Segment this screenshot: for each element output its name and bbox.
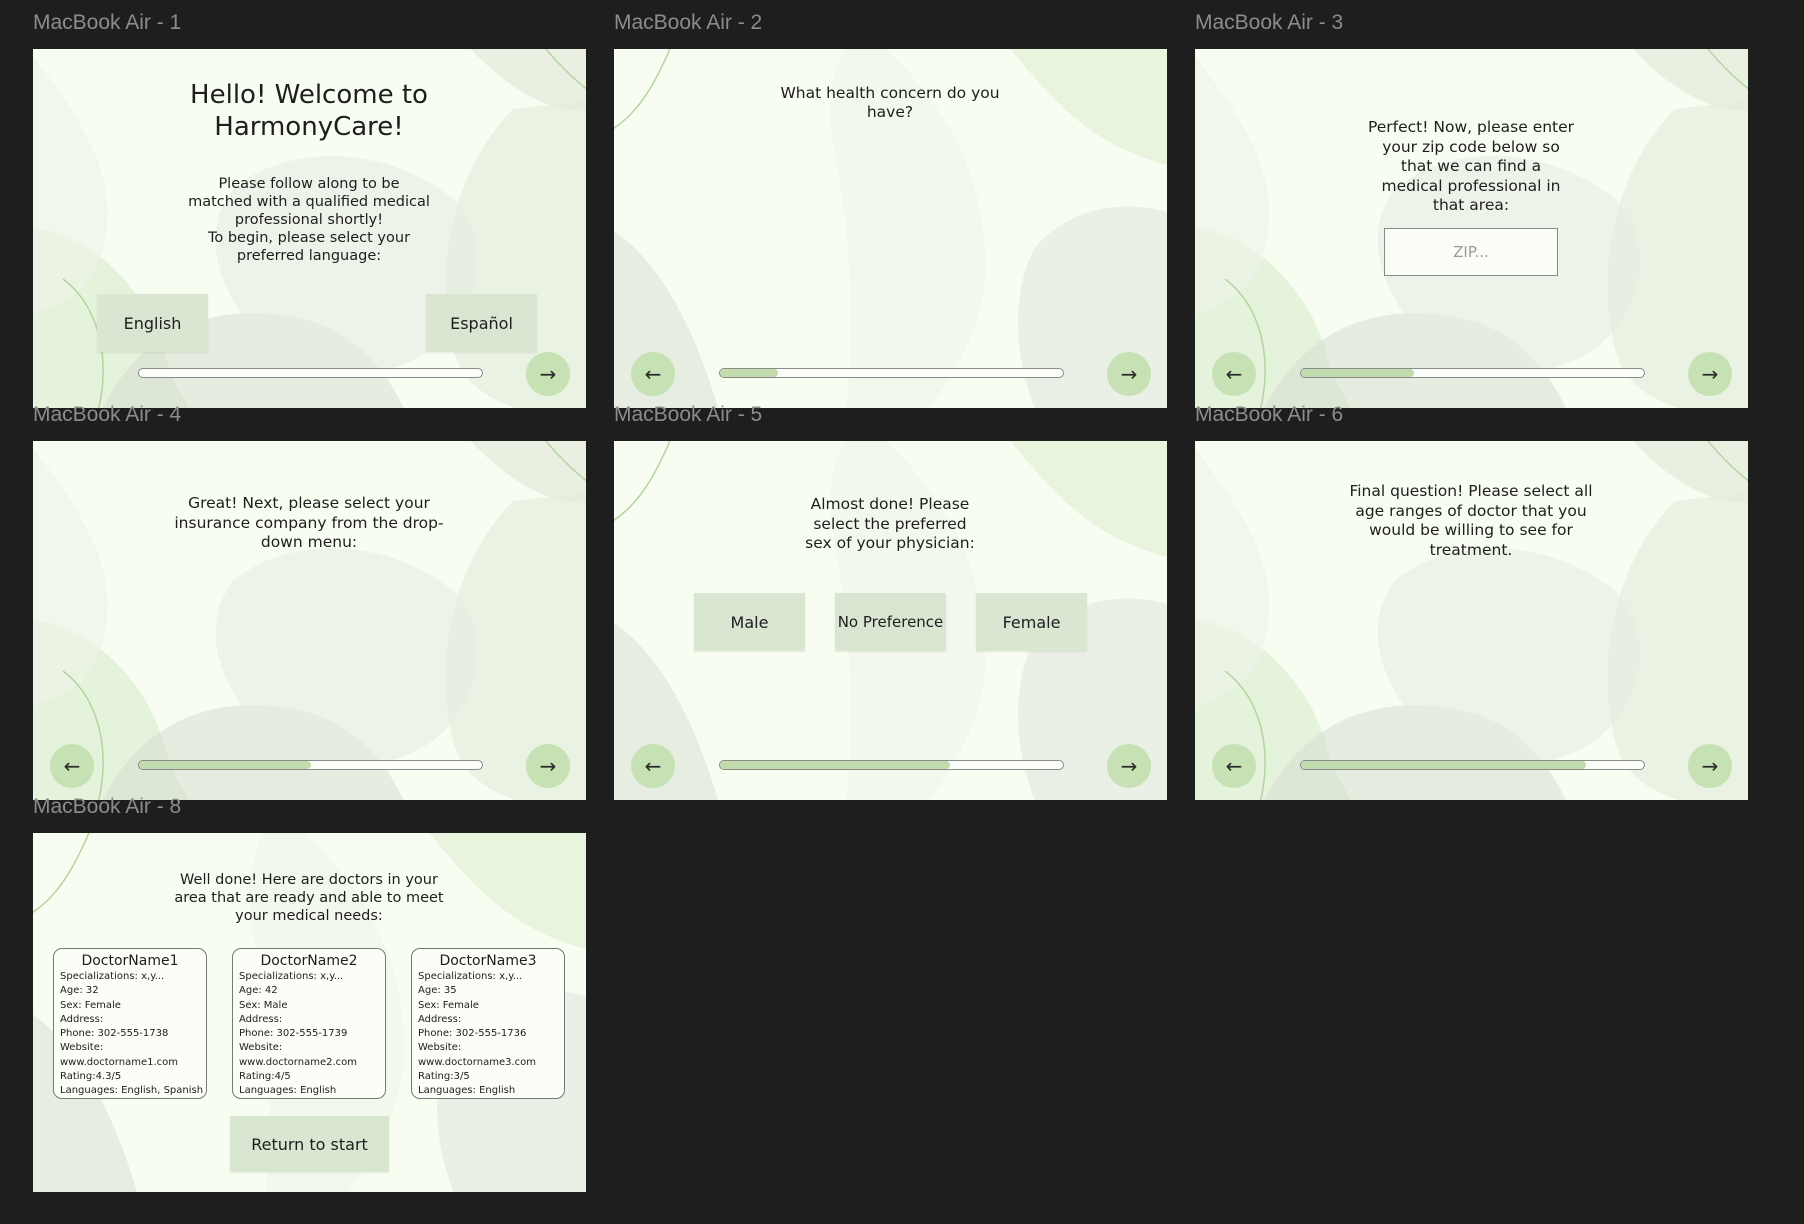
results-intro: Well done! Here are doctors in your area… bbox=[174, 872, 444, 924]
doctor-website-label: Website: bbox=[60, 1042, 104, 1054]
zip-input[interactable] bbox=[1384, 228, 1558, 276]
doctor-phone: Phone: 302-555-1736 bbox=[418, 1028, 527, 1040]
progress-bar bbox=[1300, 760, 1645, 770]
doctor-name: DoctorName2 bbox=[260, 953, 358, 969]
frame-label-6: MacBook Air - 6 bbox=[1195, 403, 1344, 426]
progress-fill bbox=[1301, 369, 1415, 377]
doctor-website-label: Website: bbox=[239, 1042, 283, 1054]
english-button[interactable]: English bbox=[97, 294, 208, 352]
no-preference-button[interactable]: No Preference bbox=[835, 593, 946, 651]
frame-zip-code: Perfect! Now, please enter your zip code… bbox=[1195, 49, 1748, 408]
doctor-card[interactable]: DoctorName2 Specializations: x,y... Age:… bbox=[232, 948, 386, 1099]
frame-insurance: Great! Next, please select your insuranc… bbox=[33, 441, 586, 800]
doctor-age-question: Final question! Please select all age ra… bbox=[1349, 482, 1593, 559]
next-arrow-icon[interactable]: → bbox=[1688, 352, 1732, 396]
doctor-sex: Sex: Male bbox=[239, 999, 288, 1011]
doctor-age: Age: 35 bbox=[418, 985, 457, 997]
male-button[interactable]: Male bbox=[694, 593, 805, 651]
frame-label-5: MacBook Air - 5 bbox=[614, 403, 763, 426]
frame-label-8: MacBook Air - 8 bbox=[33, 795, 182, 818]
doctor-specializations: Specializations: x,y... bbox=[239, 971, 344, 982]
doctor-rating: Rating:4.3/5 bbox=[60, 1071, 122, 1083]
welcome-instructions: Please follow along to be matched with a… bbox=[188, 176, 430, 264]
zip-question: Perfect! Now, please enter your zip code… bbox=[1367, 118, 1575, 214]
frame-results: Well done! Here are doctors in your area… bbox=[33, 833, 586, 1192]
progress-bar bbox=[1300, 368, 1645, 378]
doctor-card[interactable]: DoctorName1 Specializations: x,y... Age:… bbox=[53, 948, 207, 1099]
doctor-address: Address: bbox=[60, 1013, 104, 1025]
return-to-start-button[interactable]: Return to start bbox=[230, 1116, 389, 1172]
frame-label-1: MacBook Air - 1 bbox=[33, 11, 182, 34]
doctor-sex: Sex: Female bbox=[60, 999, 121, 1011]
next-arrow-icon[interactable]: → bbox=[1107, 744, 1151, 788]
doctor-age: Age: 32 bbox=[60, 985, 99, 997]
doctor-website-link[interactable]: www.doctorname3.com bbox=[418, 1056, 558, 1070]
progress-fill bbox=[720, 761, 950, 769]
doctor-card[interactable]: DoctorName3 Specializations: x,y... Age:… bbox=[411, 948, 565, 1099]
doctor-website-label: Website: bbox=[418, 1042, 462, 1054]
doctor-languages: Languages: English bbox=[239, 1085, 337, 1097]
doctor-rating: Rating:4/5 bbox=[239, 1071, 291, 1083]
doctor-address: Address: bbox=[418, 1013, 462, 1025]
doctor-languages: Languages: English, Spanish bbox=[60, 1085, 204, 1097]
doctor-name: DoctorName3 bbox=[439, 953, 537, 969]
doctor-website-link[interactable]: www.doctorname2.com bbox=[239, 1056, 379, 1070]
frame-label-3: MacBook Air - 3 bbox=[1195, 11, 1344, 34]
progress-bar bbox=[719, 368, 1064, 378]
back-arrow-icon[interactable]: ← bbox=[50, 744, 94, 788]
back-arrow-icon[interactable]: ← bbox=[631, 744, 675, 788]
doctor-specializations: Specializations: x,y... bbox=[418, 971, 523, 982]
frame-doctor-age: Final question! Please select all age ra… bbox=[1195, 441, 1748, 800]
next-arrow-icon[interactable]: → bbox=[1107, 352, 1151, 396]
doctor-website-link[interactable]: www.doctorname1.com bbox=[60, 1056, 200, 1070]
progress-bar bbox=[138, 368, 483, 378]
next-arrow-icon[interactable]: → bbox=[526, 352, 570, 396]
female-button[interactable]: Female bbox=[976, 593, 1087, 651]
progress-fill bbox=[139, 761, 311, 769]
espanol-button[interactable]: Español bbox=[426, 294, 537, 352]
back-arrow-icon[interactable]: ← bbox=[631, 352, 675, 396]
progress-fill bbox=[1301, 761, 1586, 769]
insurance-question: Great! Next, please select your insuranc… bbox=[174, 494, 444, 551]
frame-label-2: MacBook Air - 2 bbox=[614, 11, 763, 34]
health-concern-question: What health concern do you have? bbox=[780, 84, 1000, 121]
frame-physician-sex: Almost done! Please select the preferred… bbox=[614, 441, 1167, 800]
doctor-name: DoctorName1 bbox=[81, 953, 179, 969]
physician-sex-question: Almost done! Please select the preferred… bbox=[805, 495, 975, 552]
frame-health-concern: What health concern do you have? ← → bbox=[614, 49, 1167, 408]
doctor-languages: Languages: English bbox=[418, 1085, 516, 1097]
doctor-specializations: Specializations: x,y... bbox=[60, 971, 165, 982]
progress-fill bbox=[720, 369, 779, 377]
doctor-phone: Phone: 302-555-1739 bbox=[239, 1028, 348, 1040]
doctor-rating: Rating:3/5 bbox=[418, 1071, 470, 1083]
frame-welcome: Hello! Welcome to HarmonyCare! Please fo… bbox=[33, 49, 586, 408]
next-arrow-icon[interactable]: → bbox=[526, 744, 570, 788]
next-arrow-icon[interactable]: → bbox=[1688, 744, 1732, 788]
progress-bar bbox=[719, 760, 1064, 770]
doctor-sex: Sex: Female bbox=[418, 999, 479, 1011]
progress-bar bbox=[138, 760, 483, 770]
frame-label-4: MacBook Air - 4 bbox=[33, 403, 182, 426]
doctor-phone: Phone: 302-555-1738 bbox=[60, 1028, 169, 1040]
back-arrow-icon[interactable]: ← bbox=[1212, 352, 1256, 396]
doctor-address: Address: bbox=[239, 1013, 283, 1025]
doctor-age: Age: 42 bbox=[239, 985, 278, 997]
back-arrow-icon[interactable]: ← bbox=[1212, 744, 1256, 788]
welcome-title: Hello! Welcome to HarmonyCare! bbox=[190, 80, 428, 142]
